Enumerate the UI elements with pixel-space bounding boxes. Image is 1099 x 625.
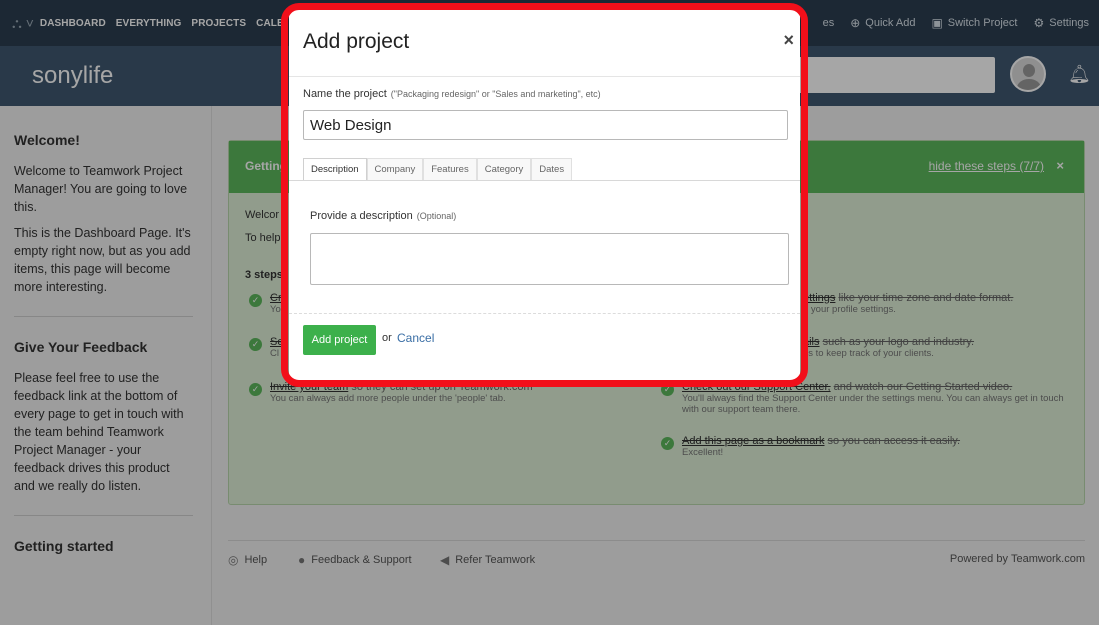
highlight-frame xyxy=(281,3,808,387)
